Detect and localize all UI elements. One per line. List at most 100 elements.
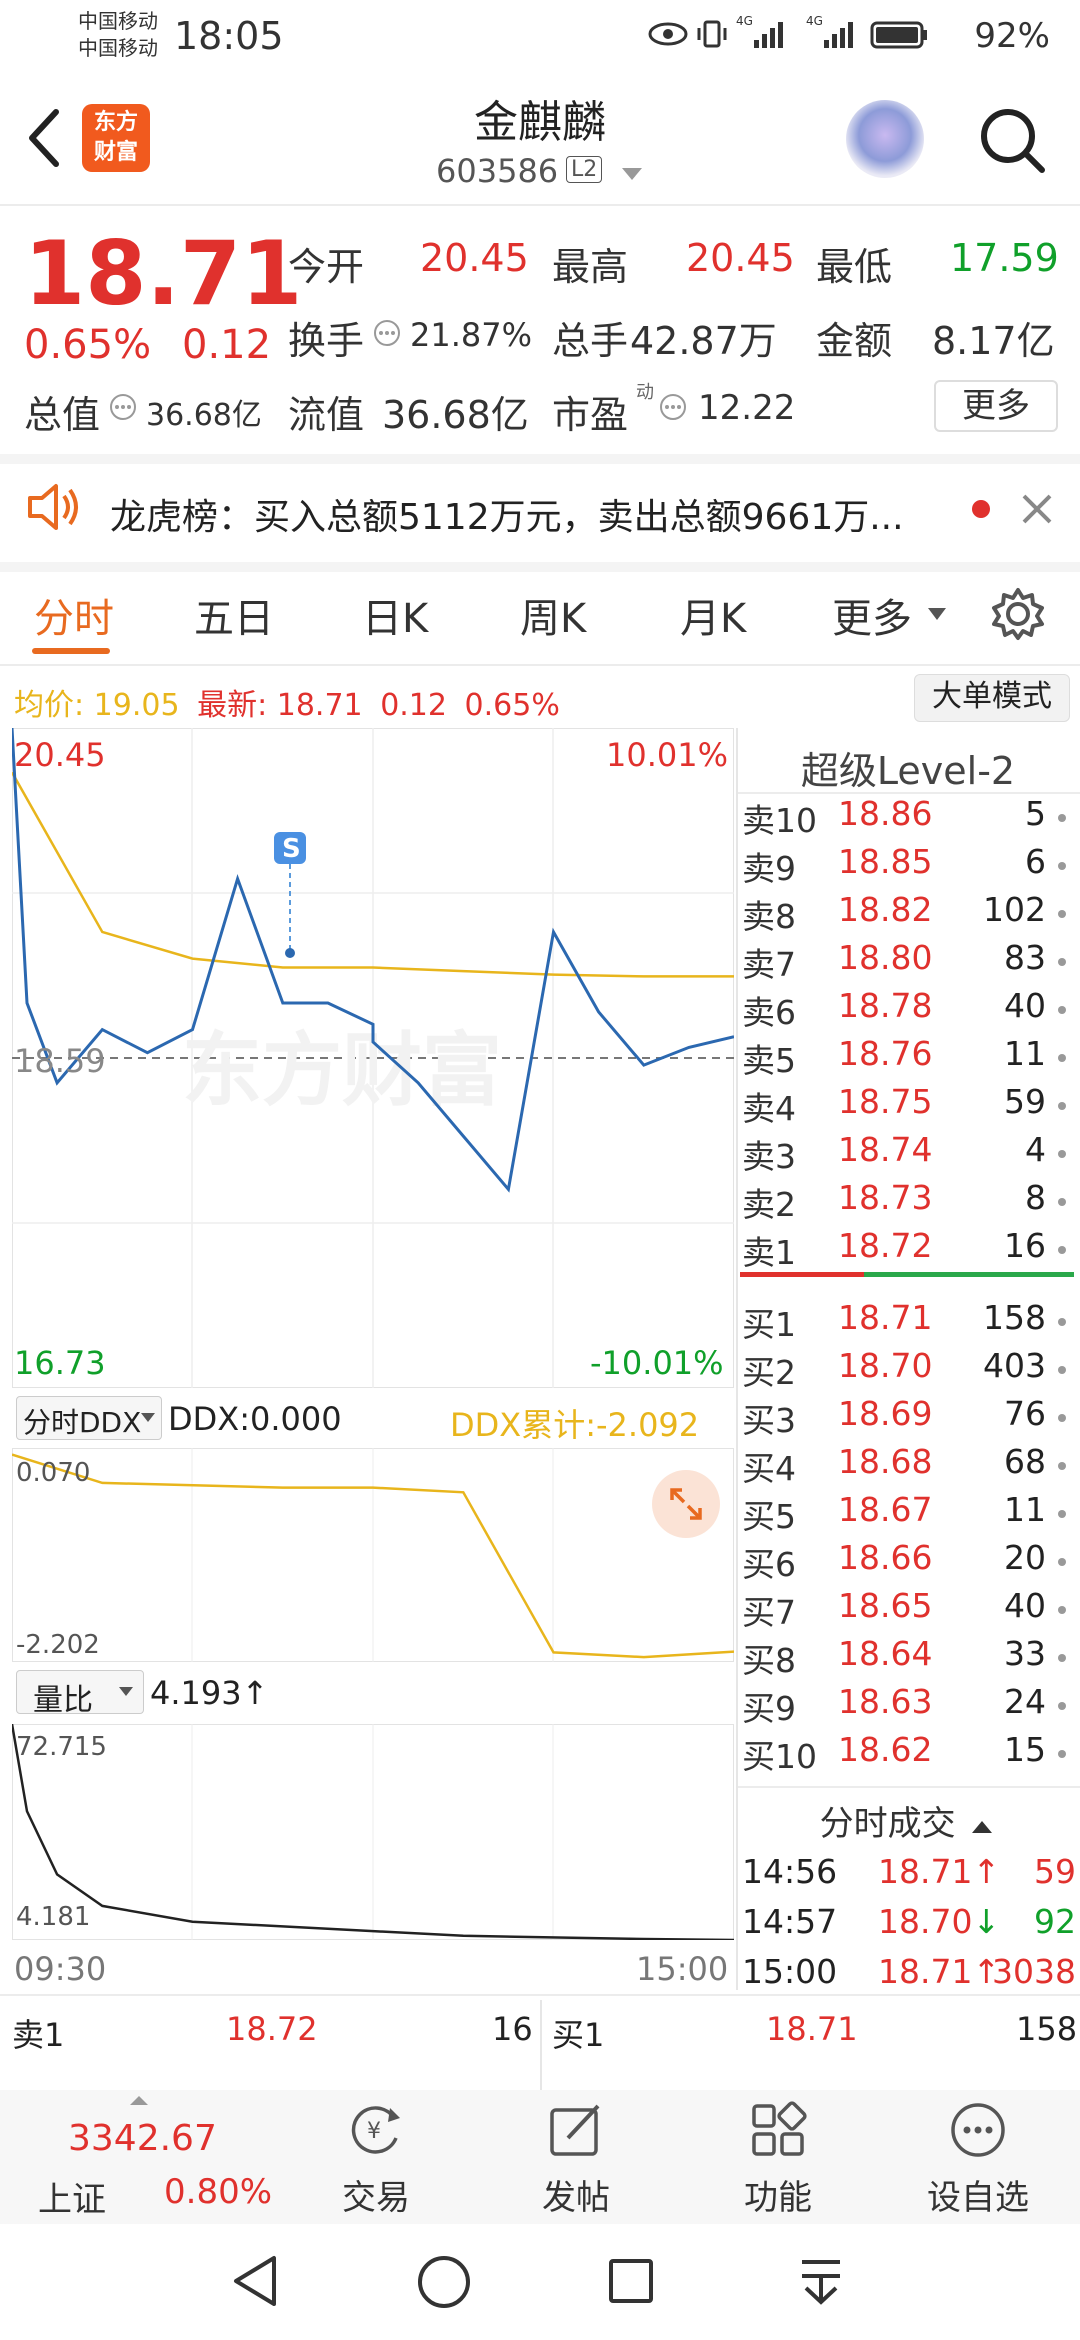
tab-monthly-k[interactable]: 月K: [680, 586, 746, 644]
bid-row[interactable]: 买7 18.65 40: [742, 1586, 1072, 1634]
open-value: 20.45: [420, 236, 529, 280]
avg-label: 均价:: [14, 688, 85, 723]
ask-row[interactable]: 卖8 18.82 102: [742, 890, 1072, 938]
bid-row[interactable]: 买5 18.67 11: [742, 1490, 1072, 1538]
bid-row[interactable]: 买4 18.68 68: [742, 1442, 1072, 1490]
nav-trade[interactable]: 交易: [306, 2170, 446, 2219]
home-circle-icon[interactable]: [416, 2254, 472, 2310]
info-icon[interactable]: [372, 318, 402, 348]
bid-row[interactable]: 买2 18.70 403: [742, 1346, 1072, 1394]
tab-weekly-k[interactable]: 周K: [520, 586, 586, 644]
time-start: 09:30: [14, 1950, 107, 1988]
trade-price-value: 18.71: [878, 1952, 973, 1991]
ask-row[interactable]: 卖10 18.86 5: [742, 794, 1072, 842]
ask-price: 18.74: [838, 1130, 933, 1169]
bid-row[interactable]: 买3 18.69 76: [742, 1394, 1072, 1442]
ask-level-label: 卖4: [742, 1089, 796, 1128]
ddx-select-label: 分时DDX: [23, 1406, 142, 1439]
nav-post[interactable]: 发帖: [506, 2170, 646, 2219]
nav-function[interactable]: 功能: [708, 2170, 848, 2219]
ddx-chart[interactable]: [12, 1448, 734, 1662]
ask-row[interactable]: 卖5 18.76 11: [742, 1034, 1072, 1082]
ask-row[interactable]: 卖9 18.85 6: [742, 842, 1072, 890]
bid-row[interactable]: 买8 18.64 33: [742, 1634, 1072, 1682]
stock-code[interactable]: 603586: [436, 152, 558, 190]
tick-trades-title[interactable]: 分时成交: [736, 1796, 1076, 1845]
chevron-down-icon[interactable]: [622, 168, 642, 182]
more-button[interactable]: 更多: [934, 380, 1058, 432]
bid-level-label: 买8: [742, 1641, 796, 1680]
order-detail-dot: [1058, 1654, 1066, 1662]
ask-volume: 40: [1004, 986, 1046, 1025]
bid-level-label: 买2: [742, 1353, 796, 1392]
level2-badge: L2: [566, 156, 603, 183]
order-detail-dot: [1058, 1510, 1066, 1518]
active-tab-indicator: [32, 648, 110, 654]
bid-row[interactable]: 买9 18.63 24: [742, 1682, 1072, 1730]
ask-row[interactable]: 卖3 18.74 4: [742, 1130, 1072, 1178]
ask-price: 18.73: [838, 1178, 933, 1217]
recents-square-icon[interactable]: [606, 2256, 656, 2306]
time-end: 15:00: [636, 1950, 729, 1988]
close-icon[interactable]: [1020, 492, 1054, 526]
ask-row[interactable]: 卖7 18.80 83: [742, 938, 1072, 986]
tab-five-day[interactable]: 五日: [194, 586, 274, 644]
tab-more[interactable]: 更多: [832, 586, 912, 644]
big-order-mode-button[interactable]: 大单模式: [914, 674, 1070, 722]
intraday-price-chart[interactable]: 东方财富 S: [12, 728, 734, 1388]
bid-row[interactable]: 买10 18.62 15: [742, 1730, 1072, 1778]
ask-volume: 16: [1004, 1226, 1046, 1265]
back-triangle-icon[interactable]: [228, 2252, 282, 2310]
ask-row[interactable]: 卖1 18.72 16: [742, 1226, 1072, 1274]
tab-intraday[interactable]: 分时: [34, 586, 114, 644]
robot-assistant-avatar[interactable]: [846, 100, 924, 178]
system-nav-bar: [0, 2224, 1080, 2340]
bid-row[interactable]: 买1 18.71 158: [742, 1298, 1072, 1346]
ask-volume: 6: [1025, 842, 1046, 881]
expand-icon[interactable]: [650, 1468, 722, 1540]
carrier-1: 中国移动: [78, 9, 158, 33]
bid-level-label: 买5: [742, 1497, 796, 1536]
ask-row[interactable]: 卖2 18.73 8: [742, 1178, 1072, 1226]
speaker-icon: [28, 484, 78, 530]
notification-pulldown-icon[interactable]: [796, 2254, 846, 2310]
info-icon[interactable]: [108, 392, 138, 422]
chevron-down-icon[interactable]: [928, 608, 946, 622]
trade-price: 18.70↓: [878, 1902, 1000, 1941]
bid-row[interactable]: 买6 18.66 20: [742, 1538, 1072, 1586]
chevron-down-icon: [141, 1413, 155, 1422]
ask-row[interactable]: 卖4 18.75 59: [742, 1082, 1072, 1130]
add-watchlist-icon[interactable]: [948, 2100, 1008, 2160]
trade-price: 18.71↑: [878, 1852, 1000, 1891]
nav-watchlist[interactable]: 设自选: [908, 2170, 1048, 2219]
trade-volume: 3038: [992, 1952, 1076, 1991]
tab-daily-k[interactable]: 日K: [362, 586, 428, 644]
order-detail-dot: [1058, 910, 1066, 918]
trade-price: 18.71↑: [878, 1952, 1000, 1991]
bid-price: 18.62: [838, 1730, 933, 1769]
volume-ratio-select[interactable]: 量比: [16, 1670, 144, 1718]
settings-gear-icon[interactable]: [990, 586, 1046, 642]
order-detail-dot: [1058, 1102, 1066, 1110]
ddx-indicator-select[interactable]: 分时DDX: [16, 1396, 162, 1440]
index-value[interactable]: 3342.67: [68, 2118, 217, 2159]
dragon-tiger-notice[interactable]: 龙虎榜：买入总额5112万元，卖出总额9661万...: [110, 488, 904, 540]
post-edit-icon[interactable]: [546, 2100, 606, 2160]
ask-row[interactable]: 卖6 18.78 40: [742, 986, 1072, 1034]
search-icon[interactable]: [976, 104, 1048, 176]
trade-yuan-icon[interactable]: ¥: [344, 2100, 404, 2160]
function-grid-icon[interactable]: [748, 2100, 808, 2160]
chevron-up-icon[interactable]: [130, 2096, 148, 2106]
ask-price: 18.80: [838, 938, 933, 977]
bid-volume: 15: [1004, 1730, 1046, 1769]
order-detail-dot: [1058, 1558, 1066, 1566]
unread-dot: [972, 500, 990, 518]
order-detail-dot: [1058, 958, 1066, 966]
bid-level-label: 买6: [742, 1545, 796, 1584]
summary-ask-price: 18.72: [226, 2010, 318, 2048]
volume-ratio-chart[interactable]: [12, 1724, 734, 1940]
battery-percent: 92%: [974, 16, 1050, 56]
divider: [540, 2000, 542, 2092]
info-icon[interactable]: [658, 392, 688, 422]
summary-bid-vol: 158: [1016, 2010, 1078, 2048]
